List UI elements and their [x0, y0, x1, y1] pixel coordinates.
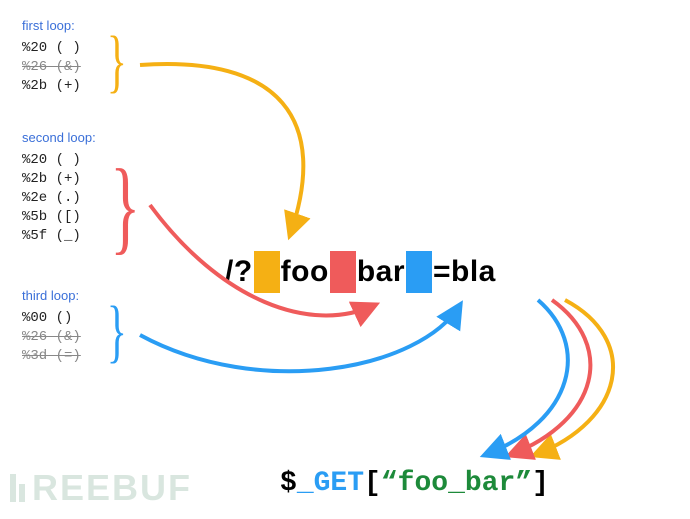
arrow-to-get-red	[510, 300, 590, 455]
watermark-logo: REEBUF	[10, 467, 192, 511]
query-seg2: bar	[357, 255, 405, 289]
get-name: GET	[314, 468, 364, 499]
loop-item: %20 ( )	[22, 39, 81, 58]
loop-item: %26 (&)	[22, 58, 81, 77]
query-string: /? foo bar =bla	[225, 251, 496, 293]
loop-item: %2b (+)	[22, 77, 81, 96]
arrow-to-get-blue	[485, 300, 568, 455]
slot-third-loop	[406, 251, 432, 293]
get-close-bracket: ]	[532, 468, 549, 499]
get-key: foo_bar	[398, 468, 516, 499]
slot-second-loop	[330, 251, 356, 293]
brace-icon: }	[107, 292, 127, 372]
third-loop-title: third loop:	[22, 288, 81, 303]
loop-item: %20 ( )	[22, 151, 96, 170]
loop-item: %5b ([)	[22, 208, 96, 227]
logo-bars-icon	[10, 469, 28, 511]
get-underscore: _	[297, 468, 314, 499]
second-loop-items: %20 ( ) %2b (+) %2e (.) %5b ([) %5f (_)	[22, 151, 96, 245]
php-get-expression: $_GET[“foo_bar”]	[280, 468, 549, 499]
get-open-bracket: [	[364, 468, 381, 499]
loop-item: %00 ()	[22, 309, 81, 328]
slot-first-loop	[254, 251, 280, 293]
second-loop-title: second loop:	[22, 130, 96, 145]
watermark-text: REEBUF	[32, 467, 192, 508]
third-loop-items: %00 () %26 (&) %3d (=)	[22, 309, 81, 366]
loop-item: %2b (+)	[22, 170, 96, 189]
loop-item: %5f (_)	[22, 227, 96, 246]
first-loop-items: %20 ( ) %26 (&) %2b (+)	[22, 39, 81, 96]
get-quote-close: ”	[515, 468, 532, 499]
second-loop-block: second loop: %20 ( ) %2b (+) %2e (.) %5b…	[22, 130, 96, 245]
arrow-first-loop	[140, 64, 303, 235]
third-loop-block: third loop: %00 () %26 (&) %3d (=)	[22, 288, 81, 366]
loop-item: %3d (=)	[22, 347, 81, 366]
first-loop-block: first loop: %20 ( ) %26 (&) %2b (+)	[22, 18, 81, 96]
arrow-to-get-yellow	[535, 300, 613, 455]
loop-item: %26 (&)	[22, 328, 81, 347]
first-loop-title: first loop:	[22, 18, 81, 33]
loop-item: %2e (.)	[22, 189, 96, 208]
query-suffix: =bla	[433, 255, 496, 289]
get-dollar: $	[280, 468, 297, 499]
arrow-third-loop	[140, 305, 460, 371]
brace-icon: }	[107, 22, 127, 102]
query-prefix: /?	[225, 255, 253, 289]
get-quote-open: “	[381, 468, 398, 499]
brace-icon: }	[110, 145, 140, 266]
query-seg1: foo	[281, 255, 329, 289]
